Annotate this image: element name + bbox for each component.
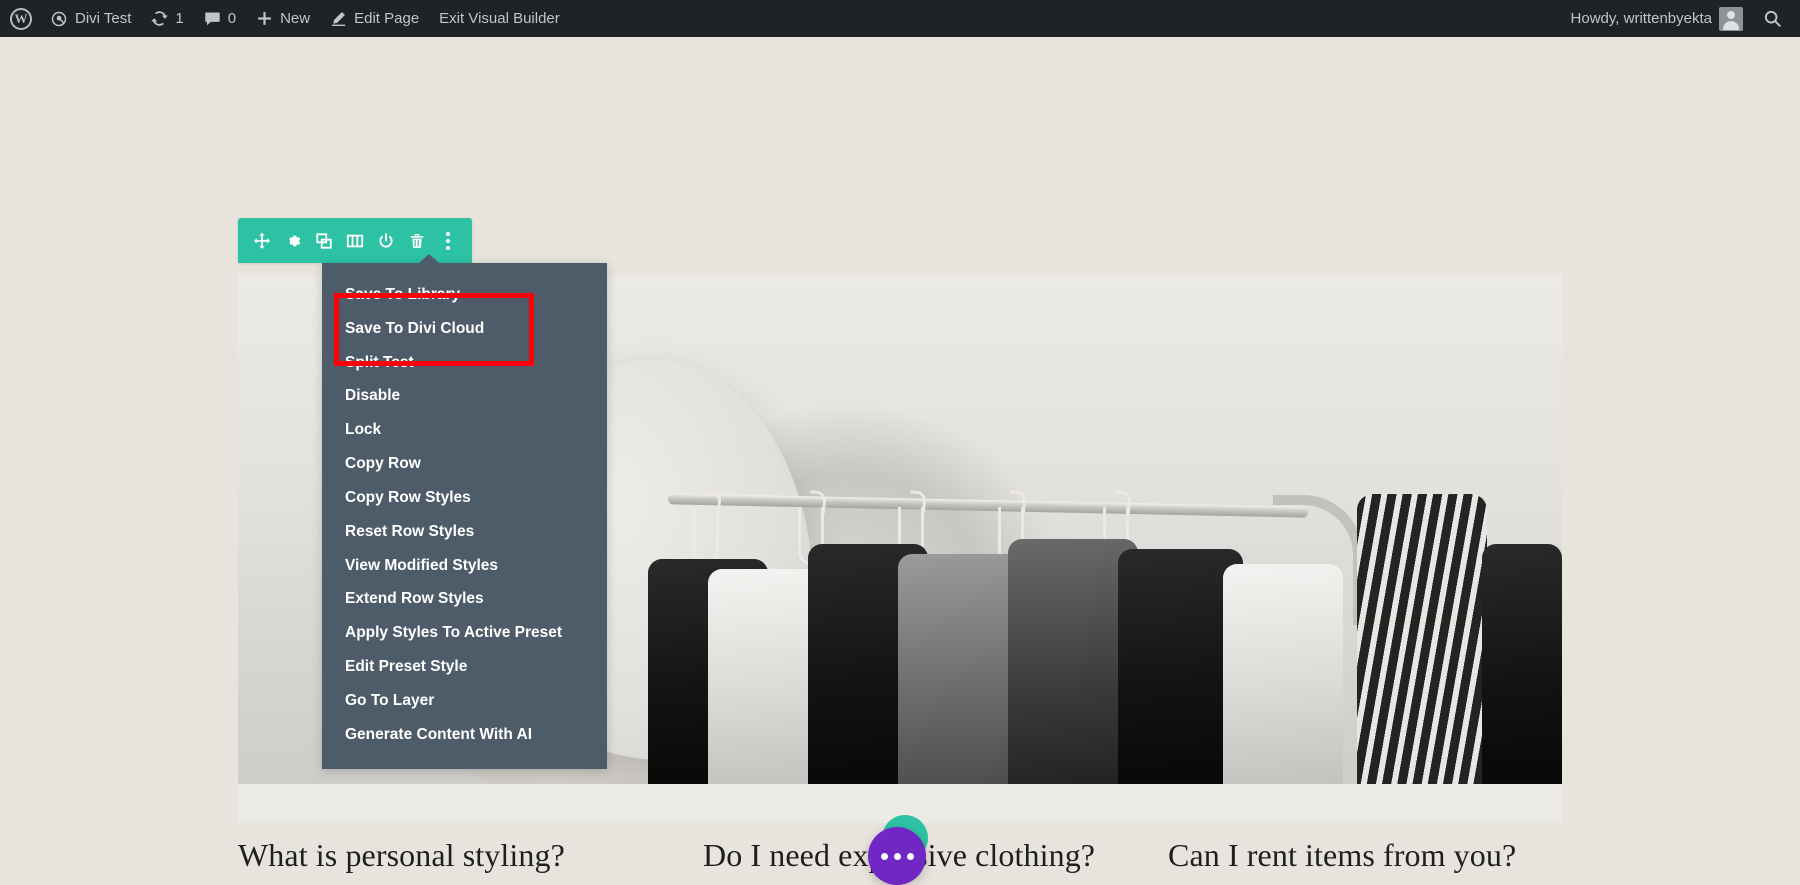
striped-garment bbox=[1357, 494, 1487, 784]
exit-visual-builder-label: Exit Visual Builder bbox=[439, 10, 560, 27]
three-dots-horizontal-icon bbox=[881, 853, 914, 860]
divi-floating-action-button[interactable] bbox=[868, 819, 928, 879]
edit-page-label: Edit Page bbox=[354, 10, 419, 27]
updates-count: 1 bbox=[175, 10, 183, 27]
updates-icon bbox=[151, 10, 168, 27]
trash-icon bbox=[408, 232, 426, 250]
menu-item-lock[interactable]: Lock bbox=[322, 413, 607, 447]
gear-icon bbox=[284, 232, 302, 250]
garment bbox=[1482, 544, 1562, 784]
search-icon bbox=[1763, 9, 1782, 28]
wordpress-logo-icon bbox=[10, 8, 32, 30]
menu-item-reset-row-styles[interactable]: Reset Row Styles bbox=[322, 515, 607, 549]
row-settings-button[interactable] bbox=[278, 218, 308, 263]
plus-icon bbox=[256, 10, 273, 27]
new-content-menu[interactable]: New bbox=[246, 0, 320, 37]
menu-item-view-modified-styles[interactable]: View Modified Styles bbox=[322, 549, 607, 583]
site-name-label: Divi Test bbox=[75, 10, 131, 27]
power-icon bbox=[377, 232, 395, 250]
comments-count: 0 bbox=[228, 10, 236, 27]
user-avatar-icon bbox=[1719, 7, 1743, 31]
move-row-button[interactable] bbox=[247, 218, 277, 263]
menu-item-copy-row-styles[interactable]: Copy Row Styles bbox=[322, 481, 607, 515]
comment-bubble-icon bbox=[204, 10, 221, 27]
menu-item-disable[interactable]: Disable bbox=[322, 379, 607, 413]
fab-main-button[interactable] bbox=[868, 827, 926, 885]
menu-item-apply-styles-to-preset[interactable]: Apply Styles To Active Preset bbox=[322, 616, 607, 650]
duplicate-icon bbox=[315, 232, 333, 250]
comments-menu[interactable]: 0 bbox=[194, 0, 246, 37]
menu-item-split-test[interactable]: Split Test bbox=[322, 346, 607, 380]
menu-item-save-to-library[interactable]: Save To Library bbox=[322, 278, 607, 312]
my-account-menu[interactable]: Howdy, writtenbyekta bbox=[1561, 0, 1753, 37]
dashboard-icon bbox=[50, 10, 68, 28]
adminbar-search-button[interactable] bbox=[1753, 0, 1800, 37]
move-arrows-icon bbox=[253, 232, 271, 250]
garment bbox=[1223, 564, 1343, 784]
edit-page-link[interactable]: Edit Page bbox=[320, 0, 429, 37]
menu-item-go-to-layer[interactable]: Go To Layer bbox=[322, 684, 607, 718]
three-dots-vertical-icon bbox=[446, 232, 450, 250]
menu-item-edit-preset-style[interactable]: Edit Preset Style bbox=[322, 650, 607, 684]
disable-row-button[interactable] bbox=[371, 218, 401, 263]
howdy-label: Howdy, writtenbyekta bbox=[1571, 10, 1712, 27]
site-name-menu[interactable]: Divi Test bbox=[40, 0, 141, 37]
duplicate-row-button[interactable] bbox=[309, 218, 339, 263]
faq-heading-3: Can I rent items from you? bbox=[1168, 837, 1516, 874]
menu-item-extend-row-styles[interactable]: Extend Row Styles bbox=[322, 582, 607, 616]
wp-logo-menu[interactable] bbox=[0, 0, 40, 37]
visual-builder-canvas: Save To Library Save To Divi Cloud Split… bbox=[0, 37, 1800, 885]
updates-menu[interactable]: 1 bbox=[141, 0, 193, 37]
pencil-icon bbox=[330, 10, 347, 27]
new-content-label: New bbox=[280, 10, 310, 27]
row-options-dropdown[interactable]: Save To Library Save To Divi Cloud Split… bbox=[322, 263, 607, 769]
menu-item-generate-content-with-ai[interactable]: Generate Content With AI bbox=[322, 718, 607, 752]
faq-heading-1: What is personal styling? bbox=[238, 837, 565, 874]
exit-visual-builder-link[interactable]: Exit Visual Builder bbox=[429, 0, 570, 37]
hanger bbox=[693, 507, 719, 565]
column-structure-button[interactable] bbox=[340, 218, 370, 263]
menu-item-copy-row[interactable]: Copy Row bbox=[322, 447, 607, 481]
columns-icon bbox=[346, 232, 364, 250]
wp-admin-bar: Divi Test 1 0 New Edit P bbox=[0, 0, 1800, 37]
menu-item-save-to-divi-cloud[interactable]: Save To Divi Cloud bbox=[322, 312, 607, 346]
